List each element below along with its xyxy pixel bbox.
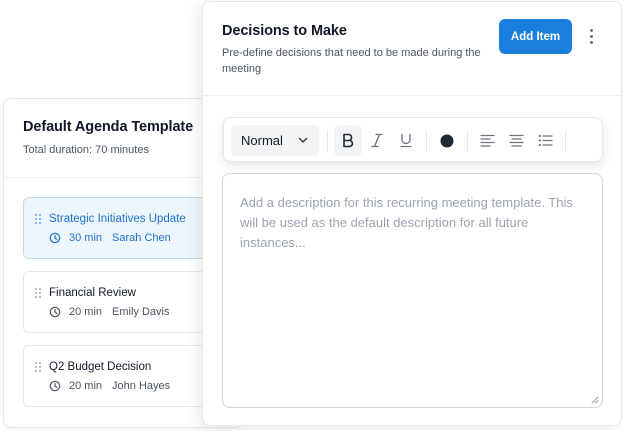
- agenda-item-title: Strategic Initiatives Update: [49, 213, 186, 225]
- chevron-down-icon: [298, 137, 308, 143]
- bullet-list-button[interactable]: [531, 125, 559, 156]
- agenda-item-meta: 30 min Sarah Chen: [49, 232, 171, 244]
- stage: Default Agenda Template Total duration: …: [0, 0, 624, 431]
- decisions-title: Decisions to Make: [222, 23, 347, 39]
- agenda-item-meta: 20 min Emily Davis: [49, 306, 169, 318]
- align-center-icon: [508, 134, 524, 147]
- italic-button[interactable]: [363, 125, 391, 156]
- agenda-item-meta: 20 min John Hayes: [49, 380, 170, 392]
- agenda-item-duration: 20 min: [69, 306, 103, 318]
- drag-handle-icon[interactable]: [35, 214, 41, 224]
- add-item-button[interactable]: Add Item: [499, 19, 572, 54]
- text-style-value: Normal: [241, 133, 283, 148]
- bold-button[interactable]: [334, 125, 362, 156]
- toolbar-divider: [426, 130, 427, 152]
- decisions-panel: Decisions to Make Pre-define decisions t…: [202, 1, 622, 426]
- agenda-item-title: Q2 Budget Decision: [49, 361, 152, 373]
- agenda-item-owner: Emily Davis: [112, 306, 170, 318]
- bullet-list-icon: [538, 134, 553, 147]
- agenda-item-title: Financial Review: [49, 287, 136, 299]
- agenda-item-duration: 30 min: [69, 232, 103, 244]
- text-color-button[interactable]: [433, 125, 461, 156]
- editor-placeholder: Add a description for this recurring mee…: [240, 195, 573, 250]
- formatting-toolbar: Normal: [223, 117, 603, 162]
- text-color-icon: [440, 134, 454, 147]
- description-editor[interactable]: Add a description for this recurring mee…: [222, 173, 603, 408]
- underline-icon: [400, 133, 412, 148]
- more-vertical-icon[interactable]: [586, 26, 596, 46]
- drag-handle-icon[interactable]: [35, 288, 41, 298]
- agenda-item-duration: 20 min: [69, 380, 103, 392]
- text-style-select[interactable]: Normal: [231, 125, 319, 156]
- resize-grip-icon[interactable]: [591, 396, 599, 404]
- clock-icon: [49, 232, 61, 244]
- decisions-header: Decisions to Make Pre-define decisions t…: [203, 2, 621, 96]
- align-center-button[interactable]: [502, 125, 530, 156]
- agenda-item-owner: John Hayes: [112, 380, 171, 392]
- underline-button[interactable]: [392, 125, 420, 156]
- toolbar-divider: [565, 130, 566, 152]
- clock-icon: [49, 306, 61, 318]
- clock-icon: [49, 380, 61, 392]
- decisions-subtitle: Pre-define decisions that need to be mad…: [222, 47, 481, 75]
- toolbar-divider: [327, 130, 328, 152]
- bold-icon: [343, 133, 354, 148]
- drag-handle-icon[interactable]: [35, 362, 41, 372]
- align-left-button[interactable]: [473, 125, 501, 156]
- agenda-item-owner: Sarah Chen: [112, 232, 171, 244]
- toolbar-divider: [467, 130, 468, 152]
- italic-icon: [371, 133, 383, 148]
- align-left-icon: [479, 134, 495, 147]
